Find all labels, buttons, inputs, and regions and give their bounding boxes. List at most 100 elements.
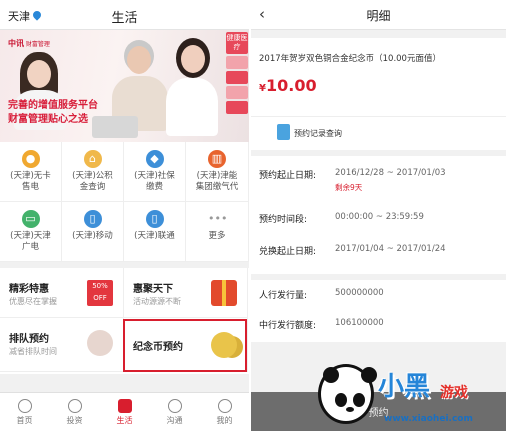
life-icon — [117, 399, 132, 413]
info-value: 500000000 — [335, 288, 384, 298]
bulb-icon: ● — [21, 150, 40, 168]
service-label: (天津)津能 — [196, 171, 238, 181]
nav-tab[interactable]: 投资 — [50, 393, 99, 431]
nav-tab[interactable]: 生活 — [100, 393, 149, 431]
remaining-days: 剩余9天 — [335, 183, 363, 192]
nav-tab-label: 沟通 — [166, 416, 183, 425]
service-item[interactable]: ▭ (天津)天津 广电 — [0, 202, 62, 262]
banner-headline: 完善的增值服务平台 — [8, 100, 98, 111]
reservation-query-link[interactable]: 预约记录查询 — [277, 124, 342, 140]
screenshot: 天津 生活 中讯 财富管理 完善的增值服务平台 财富管理贴心之选 健康医疗 ● … — [0, 0, 506, 431]
promo-banner[interactable]: 中讯 财富管理 完善的增值服务平台 财富管理贴心之选 健康医疗 — [0, 30, 249, 142]
nav-tab[interactable]: 沟通 — [150, 393, 199, 431]
service-item[interactable]: ⌂ (天津)公积 金查询 — [62, 142, 124, 202]
panda-nose — [346, 407, 354, 412]
bank-logo: 中讯 财富管理 — [8, 39, 50, 48]
gift-box-icon — [211, 280, 237, 306]
heater-icon: ▥ — [208, 150, 226, 168]
service-item[interactable]: ▯ (天津)联通 — [124, 202, 186, 262]
promo-title: 精彩特惠 — [9, 284, 49, 295]
advisor-face — [181, 45, 205, 73]
service-label: (天津)移动 — [72, 231, 113, 241]
watermark-title: 小黑 — [378, 372, 431, 402]
side-tag — [226, 101, 248, 114]
highlight-box — [123, 319, 247, 372]
service-label: 缴费 — [145, 182, 163, 192]
service-label: (天津)无卡 — [10, 171, 51, 181]
info-value: 106100000 — [335, 318, 384, 328]
info-label: 中行发行额度: — [259, 321, 317, 331]
side-tag — [226, 56, 248, 69]
panda-mascot-icon — [318, 364, 377, 424]
service-item[interactable]: ▯ (天津)移动 — [62, 202, 124, 262]
side-tag — [226, 86, 248, 99]
promo-specials[interactable]: 精彩特惠 优惠尽在掌握 50% OFF — [0, 268, 124, 318]
service-item[interactable]: ▥ (天津)津能 集团缴气代 — [186, 142, 249, 202]
info-value: 00:00:00 ~ 23:59:59 — [335, 212, 424, 222]
bottom-nav: 首页 投资 生活 沟通 我的 — [0, 392, 249, 431]
watermark-logo: 小黑 游戏 www.xiaohei.com — [318, 360, 506, 431]
issue-info: 人行发行量: 500000000 中行发行额度: 106100000 — [251, 280, 506, 342]
coin-card: 2017年贺岁双色铜合金纪念币（10.00元面值） ¥10.00 预约记录查询 — [251, 38, 506, 150]
service-item[interactable]: ◆ (天津)社保 缴费 — [124, 142, 186, 202]
promo-events[interactable]: 惠聚天下 活动源源不断 — [124, 268, 248, 318]
info-value: 2017/01/04 ~ 2017/01/24 — [335, 244, 446, 254]
nav-tab-label: 我的 — [216, 416, 233, 425]
coin-price: ¥10.00 — [259, 76, 317, 95]
nav-tab-label: 投资 — [66, 416, 83, 425]
info-value: 2016/12/28 ~ 2017/01/03 — [335, 168, 446, 178]
banner-side-tags: 健康医疗 — [225, 30, 249, 142]
promo-subtitle: 活动源源不断 — [133, 297, 181, 306]
panda-eye — [353, 393, 365, 407]
service-label: 广电 — [21, 242, 39, 252]
promo-title: 排队预约 — [9, 334, 49, 345]
info-label: 兑换起止日期: — [259, 247, 317, 257]
page-title: 生活 — [111, 11, 138, 26]
service-label: (天津)天津 — [10, 231, 51, 241]
reservation-info: 预约起止日期: 2016/12/28 ~ 2017/01/03 剩余9天 预约时… — [251, 156, 506, 274]
page-title: 明细 — [366, 9, 391, 23]
nav-tab[interactable]: 首页 — [0, 393, 49, 431]
service-label: 集团缴气代 — [195, 182, 239, 192]
promo-subtitle: 优惠尽在掌握 — [9, 297, 57, 306]
chat-icon — [167, 399, 182, 413]
laptop-image — [92, 116, 138, 138]
coin-name: 2017年贺岁双色铜合金纪念币（10.00元面值） — [259, 54, 441, 64]
discount-tag-icon: 50% OFF — [87, 280, 113, 306]
phone-icon: ▯ — [145, 210, 164, 228]
nav-tab-label: 首页 — [16, 416, 33, 425]
nav-tab[interactable]: 我的 — [200, 393, 249, 431]
phone-icon: ▯ — [83, 210, 102, 228]
woman-face — [27, 60, 51, 88]
panda-ear — [361, 367, 377, 383]
life-header: 天津 生活 — [0, 0, 249, 30]
detail-header: ‹ 明细 — [251, 0, 506, 30]
watermark-game: 游戏 — [440, 385, 468, 401]
side-tag: 健康医疗 — [226, 32, 248, 54]
house-icon: ⌂ — [83, 150, 102, 168]
watermark-url: www.xiaohei.com — [384, 414, 473, 424]
invest-icon — [67, 399, 82, 413]
info-label: 预约起止日期: — [259, 171, 317, 181]
service-label: (天津)公积 — [72, 171, 113, 181]
service-label: 更多 — [208, 231, 226, 241]
info-label: 预约时间段: — [259, 215, 308, 225]
info-label: 人行发行量: — [259, 291, 308, 301]
promo-subtitle: 减省排队时间 — [9, 347, 57, 356]
promo-title: 惠聚天下 — [133, 284, 173, 295]
banner-subline: 财富管理贴心之选 — [8, 114, 88, 125]
advisor-body — [166, 78, 218, 136]
service-label: (天津)联通 — [134, 231, 175, 241]
side-tag — [226, 71, 248, 84]
service-label: 售电 — [21, 182, 39, 192]
divider — [251, 116, 506, 117]
service-item[interactable]: ● (天津)无卡 售电 — [0, 142, 62, 202]
tv-icon: ▭ — [21, 210, 40, 228]
queue-ticket-icon — [87, 330, 113, 356]
man-face — [127, 46, 151, 74]
home-icon — [17, 399, 32, 413]
promo-queue[interactable]: 排队预约 减省排队时间 — [0, 318, 124, 372]
panda-ear — [323, 367, 339, 383]
clipboard-icon — [277, 124, 290, 140]
service-item[interactable]: ••• 更多 — [186, 202, 249, 262]
